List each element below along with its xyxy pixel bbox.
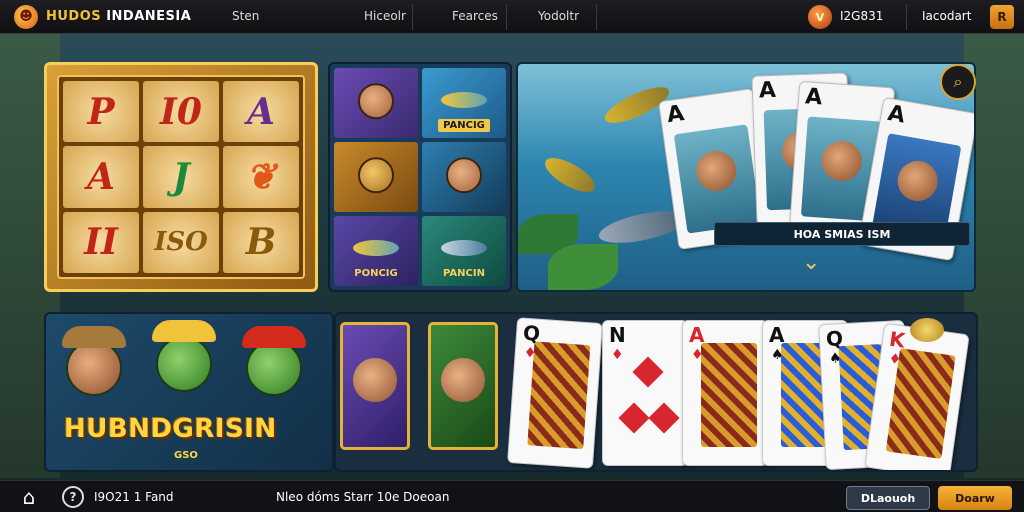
fish-icon <box>441 239 487 256</box>
character-cell <box>334 68 418 138</box>
game-banner: HOA SMIAS ISM <box>714 222 970 246</box>
hat-decoration <box>242 326 306 348</box>
character-portrait <box>441 357 485 402</box>
reel-symbol: A <box>223 81 299 143</box>
character-portrait <box>358 83 394 120</box>
character-cell <box>334 142 418 212</box>
logo-icon[interactable]: ☻ <box>14 4 38 29</box>
card-rank: N <box>609 323 626 347</box>
nav-item-2[interactable]: Hiceolr <box>364 9 406 23</box>
chevron-down-icon[interactable]: ⌄ <box>802 250 820 275</box>
card-art <box>527 341 591 450</box>
fish-icon <box>441 91 487 108</box>
nav-divider <box>506 4 507 30</box>
search-icon[interactable]: ⌕ <box>940 64 976 100</box>
adventure-game-tile[interactable]: HUBNDGRISIN GSO <box>44 312 334 472</box>
nav-item-4[interactable]: Yodoltr <box>538 9 579 23</box>
reel-symbol: ISO <box>143 211 219 273</box>
fishing-game-tile[interactable]: A A A A HOA SMIAS ISM <box>516 62 976 292</box>
character-portrait <box>358 157 394 194</box>
friend-link[interactable]: I9O21 1 Fand <box>94 490 174 504</box>
game-title: HUBNDGRISIN <box>64 414 277 444</box>
chip-stack-icon <box>910 318 944 342</box>
character-portrait <box>66 340 122 396</box>
bottom-bar: ⌂ ? I9O21 1 Fand Nleo dóms Starr 10e Doe… <box>0 480 1024 512</box>
playing-card: Q ♦ <box>507 317 603 469</box>
reel-symbol: B <box>223 211 299 273</box>
top-bar: ☻ HUDOS INDANESIA Sten Hiceolr Fearces Y… <box>0 0 1024 34</box>
playing-card: A ♦ <box>682 320 768 466</box>
card-game-tile[interactable]: Q ♦ N ♦ A ♦ A ♠ Q ♠ K ♦ <box>334 312 978 472</box>
nav-item-1[interactable]: Sten <box>232 9 259 23</box>
fish-icon <box>540 151 600 199</box>
card-rank: A <box>758 77 777 104</box>
fruit-icon: ❦ <box>223 146 299 208</box>
card-suit: ♦ <box>611 347 624 363</box>
card-rank: A <box>804 84 824 111</box>
card-rank: A <box>885 100 907 129</box>
login-button[interactable]: DLaouoh <box>846 486 930 510</box>
reel-symbol: J <box>143 146 219 208</box>
leaf-decoration <box>548 244 618 290</box>
playing-card: N ♦ <box>602 320 688 466</box>
character-portrait <box>353 357 397 402</box>
nav-divider <box>596 4 597 30</box>
card-portrait <box>673 124 761 234</box>
card-art <box>701 343 757 447</box>
character-portrait <box>156 336 212 392</box>
character-card <box>340 322 410 450</box>
brand-part-1: HUDOS <box>46 9 102 24</box>
reel-symbol: II <box>63 211 139 273</box>
home-icon[interactable]: ⌂ <box>16 485 42 509</box>
diamond-icon <box>618 402 650 434</box>
character-cell <box>422 142 506 212</box>
character-cell: PANCIN <box>422 216 506 286</box>
cell-label: PONCIG <box>354 268 398 279</box>
character-card <box>428 322 498 450</box>
brand-name[interactable]: HUDOS INDANESIA <box>46 9 191 24</box>
game-subtitle: GSO <box>174 450 198 461</box>
slot-game-tile[interactable]: P I0 A A J ❦ II ISO B <box>44 62 318 292</box>
nav-divider <box>412 4 413 30</box>
nav-divider <box>906 4 907 30</box>
slot-reels: P I0 A A J ❦ II ISO B <box>57 75 305 279</box>
character-cell: PANCIG <box>422 68 506 138</box>
fish-icon <box>353 239 399 256</box>
cell-label: PANCIN <box>443 268 485 279</box>
coin-icon: V <box>808 5 832 29</box>
brand-part-2: INDANESIA <box>106 9 192 24</box>
account-link[interactable]: Iacodart <box>922 9 971 23</box>
hat-decoration <box>62 326 126 348</box>
reel-symbol: P <box>63 81 139 143</box>
help-icon[interactable]: ? <box>62 486 84 508</box>
character-cell: PONCIG <box>334 216 418 286</box>
promo-text: Nleo dóms Starr 10e Doeoan <box>276 490 450 504</box>
register-button[interactable]: Doarw <box>938 486 1012 510</box>
reel-symbol: A <box>63 146 139 208</box>
reel-symbol: I0 <box>143 81 219 143</box>
diamond-icon <box>648 402 680 434</box>
diamond-icon <box>632 356 664 388</box>
character-game-tile[interactable]: PANCIG PONCIG PANCIN <box>328 62 512 292</box>
character-portrait <box>246 340 302 396</box>
character-portrait <box>446 157 482 194</box>
hat-decoration <box>152 320 216 342</box>
balance-value: I2G831 <box>840 9 884 23</box>
nav-item-3[interactable]: Fearces <box>452 9 498 23</box>
menu-button[interactable]: R <box>990 5 1014 29</box>
cell-label: PANCIG <box>438 119 490 132</box>
card-rank: A <box>665 101 686 129</box>
